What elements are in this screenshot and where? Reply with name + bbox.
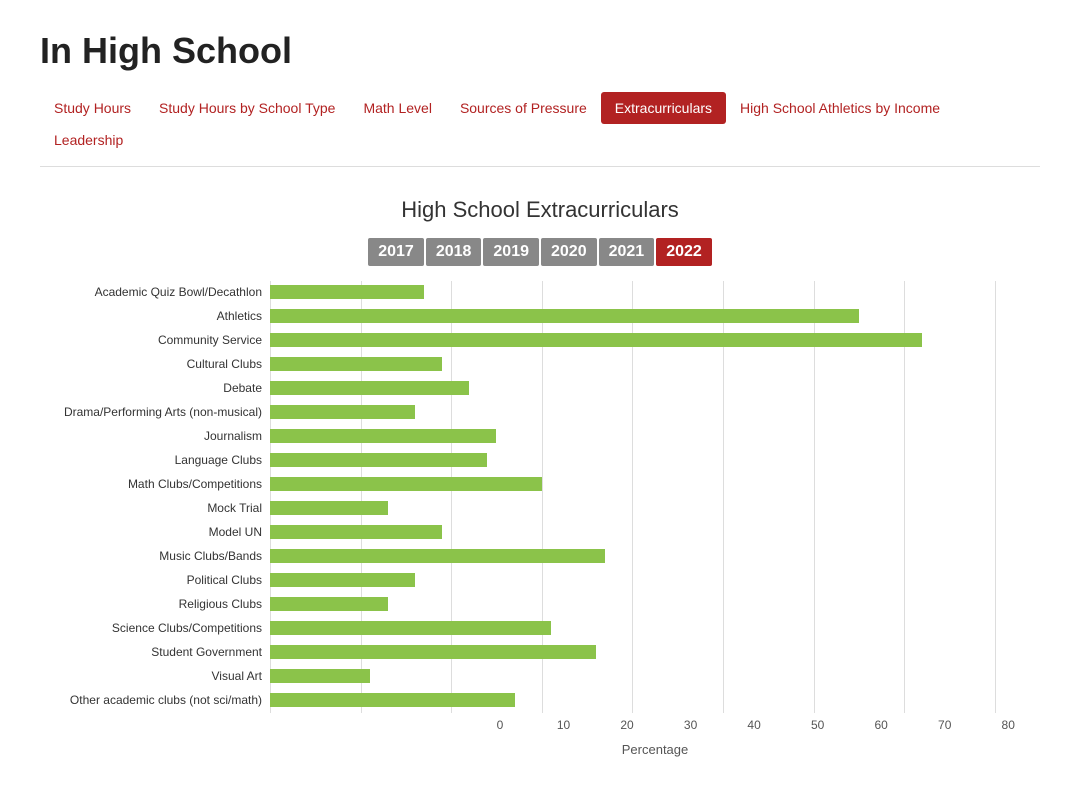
bar-label: Mock Trial [40, 497, 270, 519]
bar-fill [270, 597, 388, 611]
bar-fill [270, 525, 442, 539]
bar-label: Science Clubs/Competitions [40, 617, 270, 639]
x-tick: 70 [938, 718, 951, 732]
year-2020: 2020 [541, 238, 597, 266]
bar-fill [270, 693, 515, 707]
bar-label: Journalism [40, 425, 270, 447]
year-2019: 2019 [483, 238, 539, 266]
bar-label: Athletics [40, 305, 270, 327]
tab-extracurriculars[interactable]: Extracurriculars [601, 92, 726, 124]
bar-label: Cultural Clubs [40, 353, 270, 375]
bar-fill [270, 477, 542, 491]
bars-area [270, 281, 1040, 713]
bar-fill [270, 621, 551, 635]
bar-fill [270, 549, 605, 563]
x-axis: 0 10 20 30 40 50 60 70 80 [270, 718, 1040, 738]
x-tick: 60 [874, 718, 887, 732]
bar-label: Math Clubs/Competitions [40, 473, 270, 495]
bar-fill [270, 501, 388, 515]
bar-fill [270, 285, 424, 299]
bar-fill [270, 405, 415, 419]
chart-title: High School Extracurriculars [40, 197, 1040, 223]
year-legend: 2017 2018 2019 2020 2021 2022 [40, 238, 1040, 266]
bar-label: Debate [40, 377, 270, 399]
bar-fill [270, 573, 415, 587]
x-tick: 30 [684, 718, 697, 732]
bar-fill [270, 429, 496, 443]
chart-container: High School Extracurriculars 2017 2018 2… [40, 187, 1040, 767]
bar-label: Other academic clubs (not sci/math) [40, 689, 270, 711]
bar-fill [270, 453, 487, 467]
bar-label: Language Clubs [40, 449, 270, 471]
bar-chart: Academic Quiz Bowl/DecathlonAthleticsCom… [40, 281, 1040, 713]
x-tick: 0 [497, 718, 504, 732]
tab-study-hours[interactable]: Study Hours [40, 92, 145, 124]
year-2021: 2021 [599, 238, 655, 266]
bar-label: Model UN [40, 521, 270, 543]
bar-fill [270, 381, 469, 395]
bar-label: Music Clubs/Bands [40, 545, 270, 567]
tab-leadership[interactable]: Leadership [40, 124, 137, 156]
tab-sources-pressure[interactable]: Sources of Pressure [446, 92, 601, 124]
x-tick: 10 [557, 718, 570, 732]
bar-fill [270, 645, 596, 659]
year-2018: 2018 [426, 238, 482, 266]
bar-fill [270, 333, 922, 347]
x-tick: 40 [747, 718, 760, 732]
x-tick: 80 [1002, 718, 1015, 732]
x-axis-label: Percentage [270, 742, 1040, 757]
bar-fill [270, 669, 370, 683]
bar-label: Drama/Performing Arts (non-musical) [40, 401, 270, 423]
tab-math-level[interactable]: Math Level [349, 92, 445, 124]
year-2022: 2022 [656, 238, 712, 266]
navigation-tabs: Study Hours Study Hours by School Type M… [40, 92, 1040, 167]
year-2017: 2017 [368, 238, 424, 266]
x-tick: 50 [811, 718, 824, 732]
bar-label: Visual Art [40, 665, 270, 687]
bar-label: Political Clubs [40, 569, 270, 591]
bar-label: Academic Quiz Bowl/Decathlon [40, 281, 270, 303]
tab-athletics-income[interactable]: High School Athletics by Income [726, 92, 954, 124]
page-title: In High School [40, 30, 1040, 72]
tab-study-hours-school[interactable]: Study Hours by School Type [145, 92, 349, 124]
bar-label: Community Service [40, 329, 270, 351]
bar-label: Student Government [40, 641, 270, 663]
bar-fill [270, 309, 859, 323]
x-tick: 20 [620, 718, 633, 732]
bar-fill [270, 357, 442, 371]
bar-labels: Academic Quiz Bowl/DecathlonAthleticsCom… [40, 281, 270, 713]
bar-label: Religious Clubs [40, 593, 270, 615]
